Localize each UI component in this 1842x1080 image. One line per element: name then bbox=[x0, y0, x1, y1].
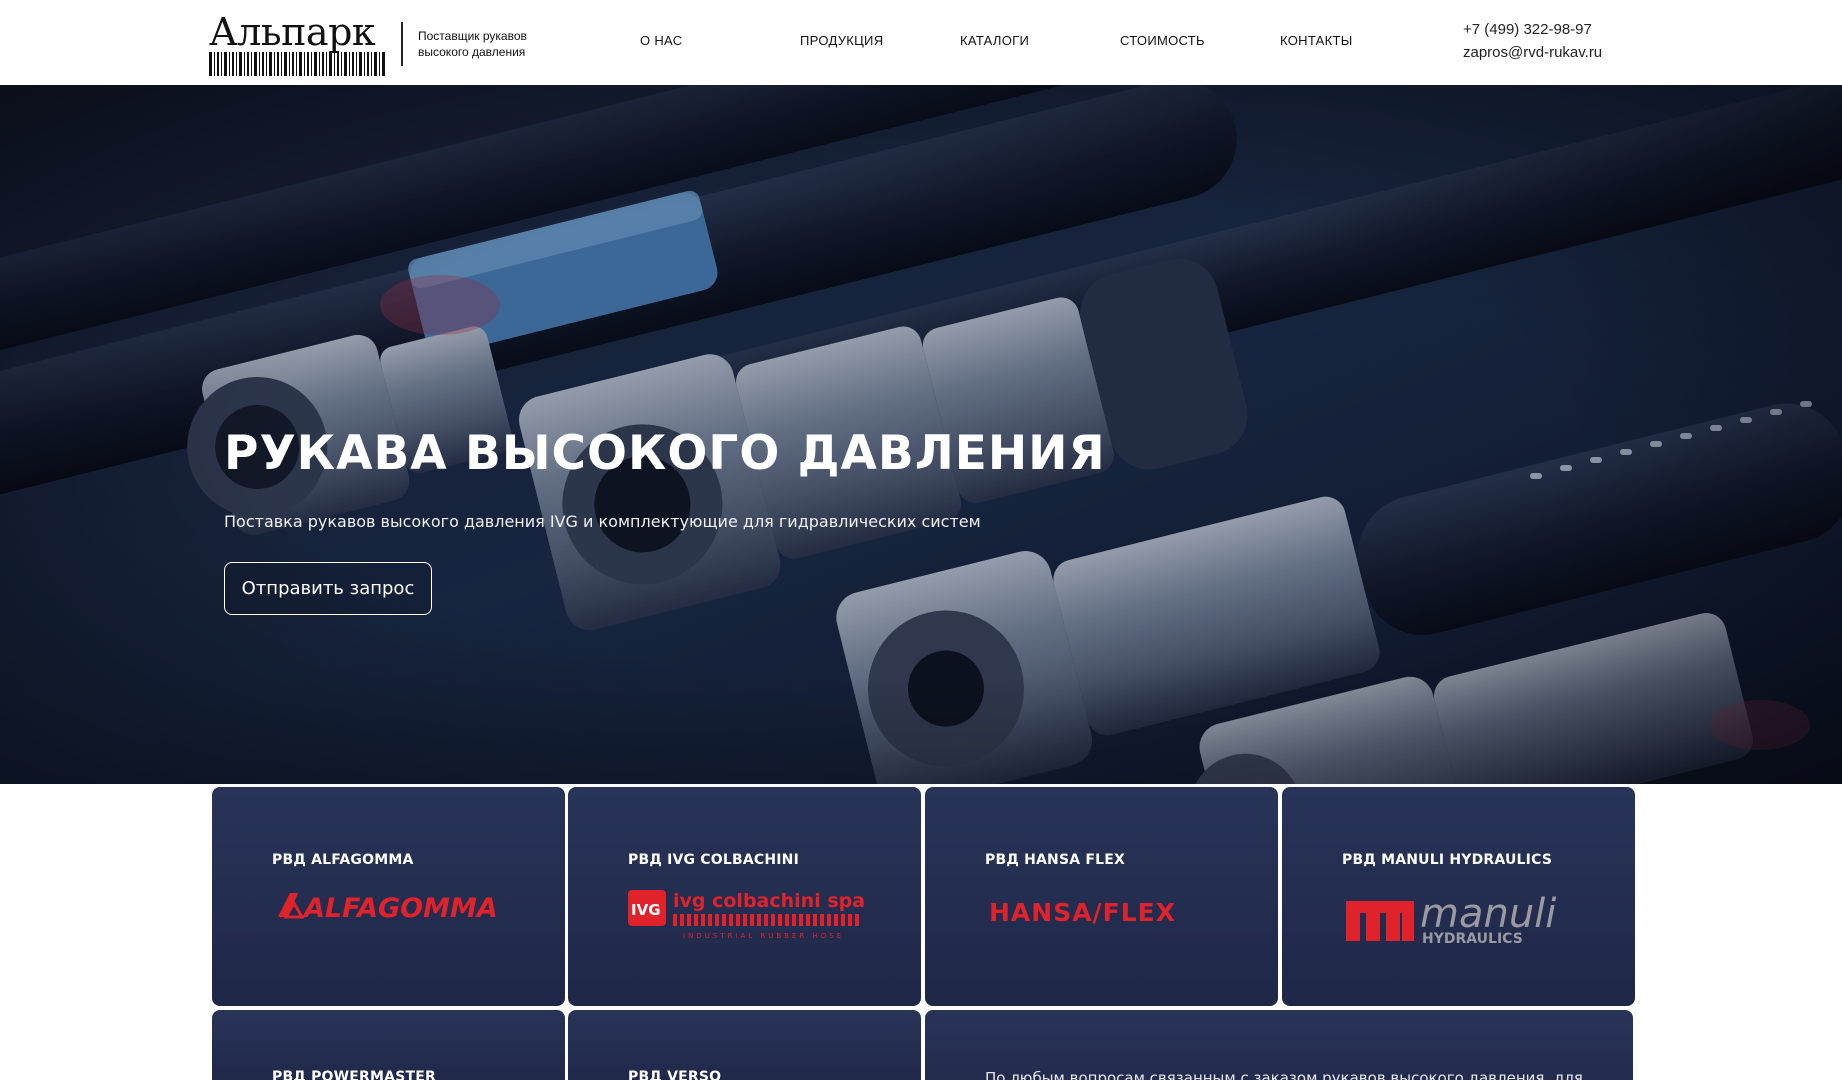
ivg-logo-text: ivg colbachini spa bbox=[673, 890, 865, 912]
header-contacts: +7 (499) 322-98-97 zapros@rvd-rukav.ru bbox=[1463, 18, 1602, 64]
logo-text: Альпарк bbox=[209, 10, 376, 54]
card-hansa-flex[interactable]: РВД HANSA FLEX HANSA/FLEX bbox=[925, 787, 1278, 1006]
nav-about[interactable]: О НАС bbox=[640, 33, 682, 49]
nav-contacts[interactable]: КОНТАКТЫ bbox=[1280, 33, 1353, 49]
hansaflex-logo: HANSA/FLEX bbox=[989, 898, 1176, 927]
ivg-badge-text: IVG bbox=[631, 901, 661, 919]
site-logo[interactable]: Альпарк bbox=[209, 10, 387, 76]
info-card: По любым вопросам связанным с заказом ру… bbox=[925, 1010, 1633, 1080]
email-link[interactable]: zapros@rvd-rukav.ru bbox=[1463, 41, 1602, 64]
alfagomma-logo: ALFAGOMMA bbox=[278, 893, 498, 924]
hansaflex-logo-text: HANSA/FLEX bbox=[989, 898, 1176, 927]
card-title: РВД VERSO bbox=[628, 1069, 722, 1080]
card-title: РВД POWERMASTER bbox=[272, 1069, 436, 1080]
card-alfagomma[interactable]: РВД ALFAGOMMA ALFAGOMMA bbox=[212, 787, 565, 1006]
card-title: РВД ALFAGOMMA bbox=[272, 852, 414, 868]
site-header: Альпарк Поставщик рукавов высокого давле… bbox=[0, 0, 1842, 85]
hero-subtitle: Поставка рукавов высокого давления IVG и… bbox=[224, 512, 981, 531]
card-verso[interactable]: РВД VERSO bbox=[568, 1010, 921, 1080]
alfagomma-logo-text: ALFAGOMMA bbox=[302, 893, 498, 924]
ivg-logo: IVG ivg colbachini spa INDUSTRIAL RUBBER… bbox=[628, 890, 865, 940]
card-title: РВД MANULI HYDRAULICS bbox=[1342, 852, 1553, 868]
site-tagline: Поставщик рукавов высокого давления bbox=[418, 28, 558, 60]
manuli-logo-caption: HYDRAULICS bbox=[1422, 931, 1523, 947]
card-powermaster[interactable]: РВД POWERMASTER bbox=[212, 1010, 565, 1080]
logo-divider bbox=[401, 22, 403, 66]
nav-pricing[interactable]: СТОИМОСТЬ bbox=[1120, 33, 1205, 49]
info-card-text: По любым вопросам связанным с заказом ру… bbox=[985, 1069, 1583, 1080]
card-ivg-colbachini[interactable]: РВД IVG COLBACHINI IVG ivg colbachini sp… bbox=[568, 787, 921, 1006]
manuli-logo: manuli HYDRAULICS bbox=[1346, 891, 1556, 947]
phone-link[interactable]: +7 (499) 322-98-97 bbox=[1463, 18, 1602, 41]
hero-title: РУКАВА ВЫСОКОГО ДАВЛЕНИЯ bbox=[224, 426, 1106, 481]
tagline-line-2: высокого давления bbox=[418, 45, 526, 59]
tagline-line-1: Поставщик рукавов bbox=[418, 29, 527, 43]
send-request-button[interactable]: Отправить запрос bbox=[224, 562, 432, 615]
nav-catalogs[interactable]: КАТАЛОГИ bbox=[960, 33, 1029, 49]
barcode-icon bbox=[209, 52, 385, 76]
card-manuli-hydraulics[interactable]: РВД MANULI HYDRAULICS manuli HYDRAULICS bbox=[1282, 787, 1635, 1006]
card-title: РВД HANSA FLEX bbox=[985, 852, 1125, 868]
ivg-logo-caption: INDUSTRIAL RUBBER HOSE bbox=[683, 932, 844, 940]
card-title: РВД IVG COLBACHINI bbox=[628, 852, 800, 868]
nav-products[interactable]: ПРОДУКЦИЯ bbox=[800, 33, 883, 49]
hero-banner: РУКАВА ВЫСОКОГО ДАВЛЕНИЯ Поставка рукаво… bbox=[0, 85, 1842, 784]
